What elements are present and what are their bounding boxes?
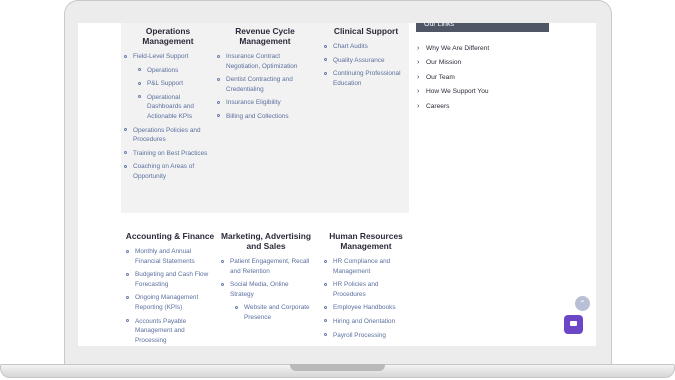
sidebar-link-different[interactable]: › Why We Are Different [416,44,489,53]
marketing-column: Marketing, Advertising and Sales Patient… [220,231,312,327]
sidebar-link-label: Careers [426,102,450,110]
list-item[interactable]: Accounts Payable Management and Processi… [125,317,215,346]
list-item[interactable]: Operations [137,66,213,76]
screen: Operations Management Field-Level Suppor… [78,23,596,346]
list-item[interactable]: Patient Engagement, Recall and Retention [220,257,312,276]
chevron-right-icon: › [417,45,420,52]
accounting-title: Accounting & Finance [125,231,215,241]
list-item[interactable]: Payroll Processing [323,331,409,341]
list-item[interactable]: Operations Policies and Procedures [123,126,213,145]
list-item[interactable]: Dentist Contracting and Credentialing [216,75,314,94]
hr-column: Human Resources Management HR Compliance… [323,231,409,344]
list-item[interactable]: HR Compliance and Management [323,257,409,276]
sidebar-link-label: Why We Are Different [426,45,490,52]
sidebar-link-team[interactable]: › Our Team [416,73,489,82]
sidebar-links: › Why We Are Different › Our Mission › Our … [416,44,489,116]
accounting-list: Monthly and Annual Financial Statements … [125,247,215,345]
list-item[interactable]: Ongoing Management Reporting (KPIs) [125,293,215,312]
marketing-title: Marketing, Advertising and Sales [221,231,311,251]
scroll-top-button[interactable]: ⌃ [575,296,590,311]
sidebar-link-label: How We Support You [426,88,489,96]
revenue-title: Revenue Cycle Management [235,26,295,46]
list-item[interactable]: Monthly and Annual Financial Statements [125,247,215,266]
clinical-list: Chart Audits Quality Assurance Continuin… [323,42,409,88]
chevron-up-icon: ⌃ [579,299,586,308]
hr-title: Human Resources Management [329,231,403,251]
sidebar-header: Our Links [416,23,549,32]
chevron-right-icon: › [417,88,420,96]
list-item[interactable]: HR Policies and Procedures [323,280,409,299]
operations-list: Field-Level Support Operations P&L Suppo… [123,52,213,182]
revenue-column: Revenue Cycle Management Insurance Contr… [216,26,314,126]
operations-title: Operations Management [142,26,194,46]
sidebar-link-support[interactable]: › How We Support You [416,87,489,96]
list-item[interactable]: Insurance Eligibility [216,98,314,108]
clinical-column: Clinical Support Chart Audits Quality As… [323,26,409,92]
list-item[interactable]: Operational Dashboards and Actionable KP… [137,93,213,122]
marketing-list: Patient Engagement, Recall and Retention… [220,257,312,323]
list-item[interactable]: Hiring and Orientation [323,317,409,327]
list-item[interactable]: P&L Support [137,79,213,89]
hr-list: HR Compliance and Management HR Policies… [323,257,409,340]
operations-column: Operations Management Field-Level Suppor… [123,26,213,186]
list-item[interactable]: Billing and Collections [216,112,314,122]
accounting-column: Accounting & Finance Monthly and Annual … [125,231,215,346]
sidebar-link-careers[interactable]: › Careers [416,102,489,111]
laptop-notch [290,364,385,371]
list-item[interactable]: Budgeting and Cash Flow Forecasting [125,270,215,289]
list-item[interactable]: Chart Audits [323,42,409,52]
clinical-title: Clinical Support [333,26,399,36]
list-item[interactable]: Employee Handbooks [323,303,409,313]
list-item[interactable]: Insurance Contract Negotiation, Optimiza… [216,52,314,71]
list-item[interactable]: Continuing Professional Education [323,69,409,88]
chevron-right-icon: › [417,73,420,81]
chevron-right-icon: › [417,102,420,110]
list-item[interactable]: Website and Corporate Presence [234,303,312,322]
list-item[interactable]: Social Media, Online Strategy [220,280,312,299]
sidebar-link-label: Our Team [426,73,455,81]
list-item[interactable]: Quality Assurance [323,56,409,66]
sidebar-link-label: Our Mission [426,59,462,67]
list-item[interactable]: Coaching on Areas of Opportunity [123,162,213,181]
chat-icon [570,321,577,326]
revenue-list: Insurance Contract Negotiation, Optimiza… [216,52,314,122]
list-item[interactable]: Field-Level Support [123,52,213,62]
list-item[interactable]: Training on Best Practices [123,149,213,159]
chevron-right-icon: › [417,59,420,67]
sidebar-link-mission[interactable]: › Our Mission [416,58,489,67]
chat-button[interactable] [564,315,583,334]
